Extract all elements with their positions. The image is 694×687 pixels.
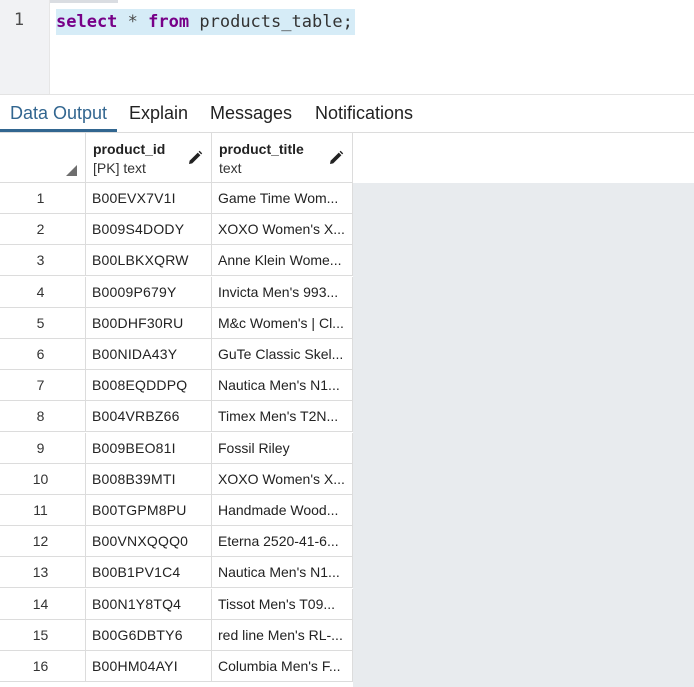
row-number[interactable]: 5 — [0, 307, 86, 339]
data-grid: product_id [PK] text product_title text … — [0, 133, 694, 687]
cell-product-title[interactable]: Anne Klein Wome... — [212, 245, 353, 277]
table-row[interactable]: 1 B00EVX7V1I Game Time Wom... — [0, 183, 353, 214]
row-number[interactable]: 13 — [0, 557, 86, 589]
row-number[interactable]: 15 — [0, 619, 86, 651]
grid-empty-area — [353, 183, 694, 687]
row-number[interactable]: 6 — [0, 339, 86, 370]
cell-product-id[interactable]: B00G6DBTY6 — [86, 619, 212, 651]
operator-star: * — [127, 12, 138, 32]
cell-product-id[interactable]: B00B1PV1C4 — [86, 557, 212, 589]
keyword-select: select — [56, 12, 118, 32]
column-type: [PK] text — [93, 160, 146, 176]
cell-product-id[interactable]: B008EQDDPQ — [86, 370, 212, 402]
row-number[interactable]: 10 — [0, 463, 86, 495]
cell-product-title[interactable]: Invicta Men's 993... — [212, 276, 353, 308]
line-gutter: 1 — [0, 0, 50, 94]
row-number[interactable]: 12 — [0, 526, 86, 558]
column-name: product_title — [219, 141, 304, 157]
line-number: 1 — [13, 10, 25, 30]
table-row[interactable]: 8 B004VRBZ66 Timex Men's T2N... — [0, 401, 353, 433]
code-line[interactable]: select * from products_table; — [56, 9, 355, 35]
table-row[interactable]: 7 B008EQDDPQ Nautica Men's N1... — [0, 370, 353, 402]
cell-product-title[interactable]: Columbia Men's F... — [212, 651, 353, 682]
table-identifier: products_table; — [199, 12, 353, 32]
table-row[interactable]: 9 B009BEO81I Fossil Riley — [0, 432, 353, 464]
row-number[interactable]: 3 — [0, 245, 86, 277]
cell-product-title[interactable]: Timex Men's T2N... — [212, 401, 353, 433]
tab-data-output[interactable]: Data Output — [0, 95, 118, 132]
cell-product-id[interactable]: B004VRBZ66 — [86, 401, 212, 433]
cell-product-id[interactable]: B00VNXQQQ0 — [86, 526, 212, 558]
table-row[interactable]: 10 B008B39MTI XOXO Women's X... — [0, 463, 353, 495]
cell-product-title[interactable]: Fossil Riley — [212, 432, 353, 464]
row-number[interactable]: 2 — [0, 214, 86, 246]
cell-product-id[interactable]: B009BEO81I — [86, 432, 212, 464]
row-number[interactable]: 1 — [0, 183, 86, 214]
column-header-product-title[interactable]: product_title text — [212, 133, 353, 183]
cell-product-id[interactable]: B00NIDA43Y — [86, 339, 212, 370]
cell-product-title[interactable]: Nautica Men's N1... — [212, 370, 353, 402]
cell-product-id[interactable]: B0009P679Y — [86, 276, 212, 308]
row-number[interactable]: 16 — [0, 651, 86, 682]
cell-product-id[interactable]: B00HM04AYI — [86, 651, 212, 682]
table-row[interactable]: 4 B0009P679Y Invicta Men's 993... — [0, 276, 353, 308]
table-row[interactable]: 11 B00TGPM8PU Handmade Wood... — [0, 495, 353, 526]
table-row[interactable]: 12 B00VNXQQQ0 Eterna 2520-41-6... — [0, 526, 353, 558]
cell-product-title[interactable]: Eterna 2520-41-6... — [212, 526, 353, 558]
corner-triangle-icon — [66, 165, 77, 176]
cell-product-id[interactable]: B00TGPM8PU — [86, 495, 212, 526]
query-tool: 1 select * from products_table; Data Out… — [0, 0, 694, 687]
cell-product-title[interactable]: Handmade Wood... — [212, 495, 353, 526]
keyword-from: from — [148, 12, 190, 32]
cell-product-id[interactable]: B009S4DODY — [86, 214, 212, 246]
table-row[interactable]: 5 B00DHF30RU M&c Women's | Cl... — [0, 307, 353, 339]
cell-product-title[interactable]: Tissot Men's T09... — [212, 588, 353, 620]
column-header-product-id[interactable]: product_id [PK] text — [86, 133, 212, 183]
table-row[interactable]: 13 B00B1PV1C4 Nautica Men's N1... — [0, 557, 353, 589]
grid-corner-header[interactable] — [0, 133, 86, 183]
table-row[interactable]: 6 B00NIDA43Y GuTe Classic Skel... — [0, 339, 353, 370]
result-tabs: Data Output Explain Messages Notificatio… — [0, 95, 694, 133]
cell-product-title[interactable]: GuTe Classic Skel... — [212, 339, 353, 370]
tab-notifications[interactable]: Notifications — [305, 95, 423, 131]
table-row[interactable]: 14 B00N1Y8TQ4 Tissot Men's T09... — [0, 588, 353, 620]
column-type: text — [219, 160, 242, 176]
table-row[interactable]: 3 B00LBKXQRW Anne Klein Wome... — [0, 245, 353, 277]
table-row[interactable]: 2 B009S4DODY XOXO Women's X... — [0, 214, 353, 246]
row-number[interactable]: 7 — [0, 370, 86, 402]
row-number[interactable]: 9 — [0, 432, 86, 464]
row-number[interactable]: 4 — [0, 276, 86, 308]
cell-product-title[interactable]: Nautica Men's N1... — [212, 557, 353, 589]
row-number[interactable]: 14 — [0, 588, 86, 620]
row-number[interactable]: 11 — [0, 495, 86, 526]
cell-product-id[interactable]: B00DHF30RU — [86, 307, 212, 339]
cell-product-id[interactable]: B008B39MTI — [86, 463, 212, 495]
cell-product-title[interactable]: XOXO Women's X... — [212, 463, 353, 495]
tab-explain[interactable]: Explain — [119, 95, 198, 131]
table-row[interactable]: 15 B00G6DBTY6 red line Men's RL-... — [0, 619, 353, 651]
row-number[interactable]: 8 — [0, 401, 86, 433]
tab-messages[interactable]: Messages — [200, 95, 302, 131]
sql-editor[interactable]: 1 select * from products_table; — [0, 0, 694, 95]
cell-product-id[interactable]: B00N1Y8TQ4 — [86, 588, 212, 620]
cell-product-title[interactable]: red line Men's RL-... — [212, 619, 353, 651]
cell-product-title[interactable]: XOXO Women's X... — [212, 214, 353, 246]
cell-product-id[interactable]: B00LBKXQRW — [86, 245, 212, 277]
pencil-icon[interactable] — [187, 150, 203, 166]
cell-product-id[interactable]: B00EVX7V1I — [86, 183, 212, 214]
column-name: product_id — [93, 141, 166, 157]
pencil-icon[interactable] — [328, 150, 344, 166]
cell-product-title[interactable]: Game Time Wom... — [212, 183, 353, 214]
cell-product-title[interactable]: M&c Women's | Cl... — [212, 307, 353, 339]
table-row[interactable]: 16 B00HM04AYI Columbia Men's F... — [0, 651, 353, 682]
